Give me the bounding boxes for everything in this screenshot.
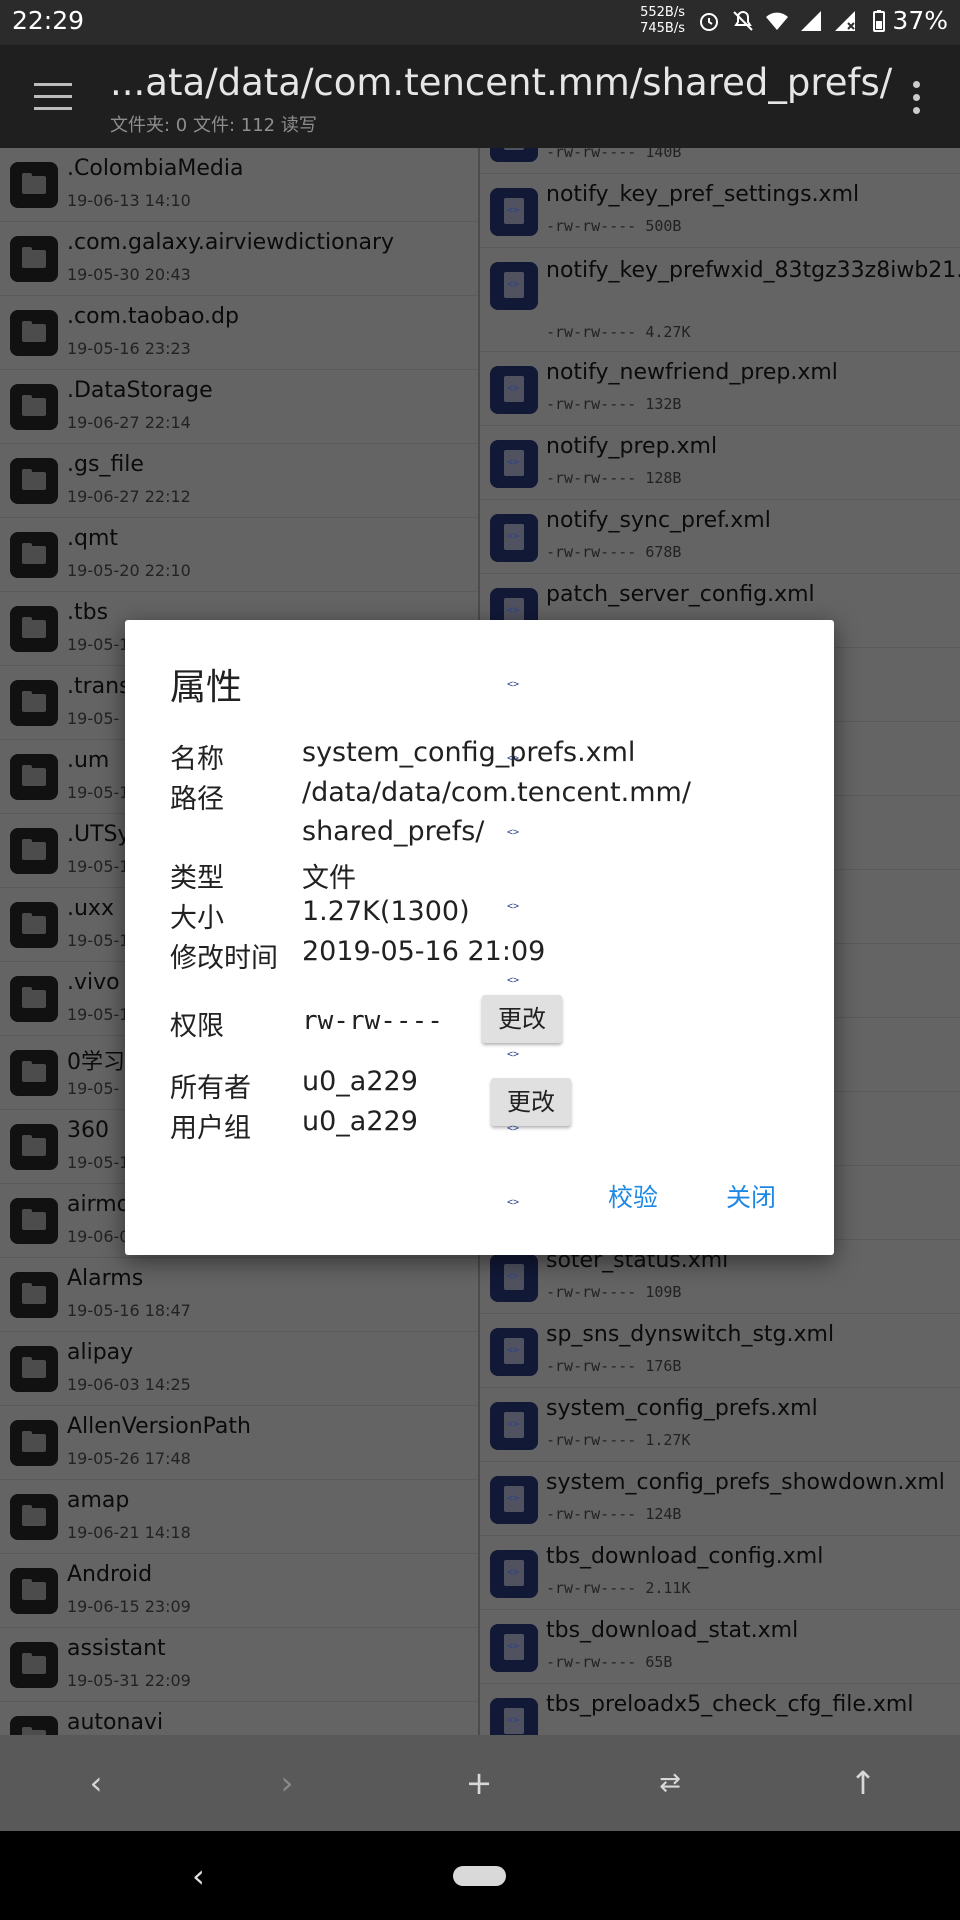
back-arrow-icon[interactable]: ‹ xyxy=(78,1765,114,1801)
status-bar: 22:29 552B/s 745B/s 37% xyxy=(0,0,960,45)
forward-arrow-icon[interactable]: › xyxy=(269,1765,305,1801)
app-header: ...ata/data/com.tencent.mm/shared_prefs/… xyxy=(0,45,960,148)
speed-up: 552B/s xyxy=(640,5,685,20)
more-options-icon[interactable] xyxy=(908,81,924,121)
change-permission-button[interactable]: 更改 xyxy=(482,995,562,1043)
permission-label: 权限 xyxy=(170,1011,224,1042)
menu-icon[interactable] xyxy=(34,83,72,111)
group-value: u0_a229 xyxy=(302,1106,418,1137)
alarm-icon xyxy=(700,13,718,31)
type-label: 类型 xyxy=(170,863,224,894)
current-path: ...ata/data/com.tencent.mm/shared_prefs/ xyxy=(110,61,893,104)
system-nav-bar: ‹ xyxy=(0,1831,960,1920)
size-label: 大小 xyxy=(170,903,224,934)
signal-x-icon xyxy=(835,11,855,31)
battery-icon xyxy=(873,10,885,32)
network-speed: 552B/s 745B/s xyxy=(633,5,685,37)
speed-down: 745B/s xyxy=(640,21,685,36)
close-button[interactable]: 关闭 xyxy=(726,1178,776,1214)
mute-icon xyxy=(733,10,753,31)
size-value: 1.27K(1300) xyxy=(302,896,470,927)
mtime-value: 2019-05-16 21:09 xyxy=(302,936,546,967)
group-label: 用户组 xyxy=(170,1113,251,1144)
up-arrow-icon[interactable]: ↑ xyxy=(845,1765,881,1801)
swap-icon[interactable]: ⇄ xyxy=(652,1765,688,1801)
owner-label: 所有者 xyxy=(170,1073,251,1104)
folder-summary: 文件夹: 0 文件: 112 读写 xyxy=(110,115,317,136)
verify-button[interactable]: 校验 xyxy=(608,1178,658,1214)
change-owner-button[interactable]: 更改 xyxy=(491,1078,571,1126)
mtime-label: 修改时间 xyxy=(170,943,278,974)
plus-icon[interactable]: + xyxy=(461,1765,497,1801)
owner-value: u0_a229 xyxy=(302,1066,418,1097)
bottom-toolbar: ‹ › + ⇄ ↑ xyxy=(0,1735,960,1831)
nav-home-pill[interactable] xyxy=(453,1866,506,1886)
properties-dialog: 属性 名称 system_config_prefs.xml 路径 /data/d… xyxy=(125,620,834,1255)
path-value-line1: /data/data/com.tencent.mm/ xyxy=(302,777,691,808)
wifi-icon xyxy=(766,12,788,30)
battery-percent: 37% xyxy=(892,6,948,35)
path-value-line2: shared_prefs/ xyxy=(302,816,485,847)
signal-icon xyxy=(801,11,821,31)
name-label: 名称 xyxy=(170,744,224,775)
path-label: 路径 xyxy=(170,784,224,815)
status-time: 22:29 xyxy=(12,6,85,35)
nav-back-icon[interactable]: ‹ xyxy=(192,1857,205,1895)
name-value: system_config_prefs.xml xyxy=(302,737,636,768)
type-value: 文件 xyxy=(302,863,356,894)
dialog-title: 属性 xyxy=(170,667,243,708)
permission-value: rw-rw---- xyxy=(302,1006,443,1036)
